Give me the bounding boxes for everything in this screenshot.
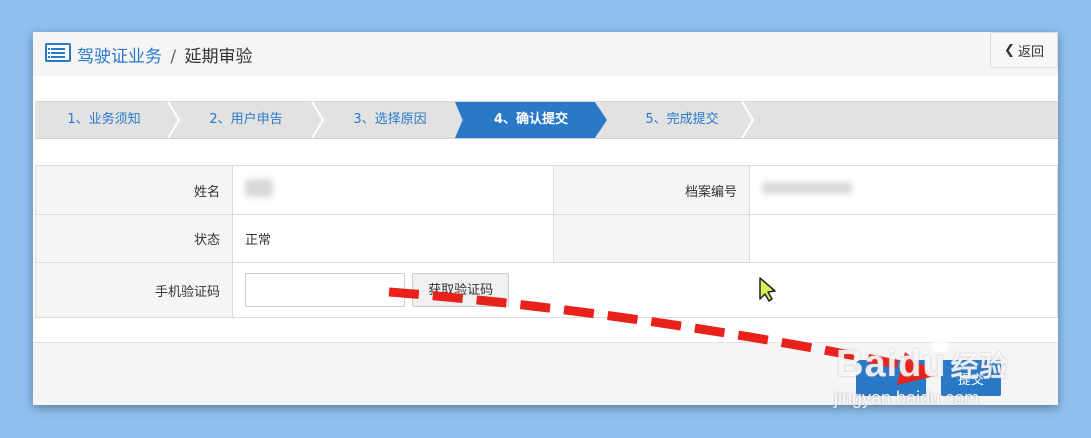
page-header: 驾驶证业务 / 延期审验 ❮ 返回 [33,32,1058,76]
empty-value-cell [749,214,1058,263]
table-row: 手机验证码 获取验证码 [35,262,1058,318]
name-label: 姓名 [35,165,233,215]
file-number-label: 档案编号 [553,165,750,215]
table-row: 姓名 档案编号 [35,165,1058,215]
list-icon [45,43,71,62]
step-1: 1、业务须知 [67,112,141,127]
step-2: 2、用户申告 [209,112,283,127]
back-button-label: 返回 [1017,44,1044,60]
confirm-form-table: 姓名 档案编号 状态 正常 手机验证码 获取验证码 [35,165,1058,318]
watermark-logo: Baidu 经验 [836,343,1009,385]
step-5: 5、完成提交 [645,112,719,127]
phone-code-label: 手机验证码 [35,262,233,318]
step-4-active: 4、确认提交 [455,102,607,138]
phone-code-input[interactable] [245,273,405,307]
step-separator [741,102,755,138]
status-label: 状态 [35,214,233,263]
watermark-url: jingyan.baidu.com [834,388,980,408]
step-wizard: 1、业务须知 2、用户申告 3、选择原因 4、确认提交 5、完成提交 [35,101,1058,139]
breadcrumb-separator: / [170,47,177,67]
name-value [232,165,554,215]
table-row: 状态 正常 [35,214,1058,263]
breadcrumb-current: 延期审验 [184,47,253,67]
name-value-redacted [245,179,273,197]
get-code-button[interactable]: 获取验证码 [412,273,510,307]
breadcrumb-business[interactable]: 驾驶证业务 [77,47,162,67]
empty-label-cell [553,214,750,263]
file-number-redacted [762,182,852,194]
file-number-value [749,165,1058,215]
back-button[interactable]: ❮ 返回 [990,32,1058,68]
chevron-left-icon: ❮ [1004,42,1015,58]
phone-code-cell: 获取验证码 [232,262,1058,318]
status-value: 正常 [232,214,554,263]
step-3: 3、选择原因 [353,112,427,127]
page-title: 驾驶证业务 / 延期审验 [77,42,253,67]
